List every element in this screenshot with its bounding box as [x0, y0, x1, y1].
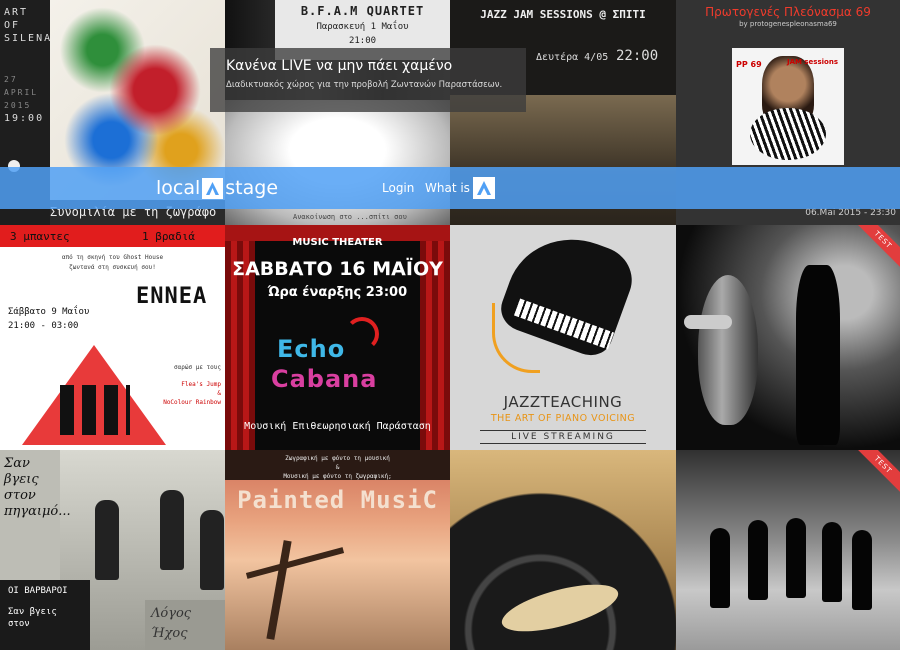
tile-title: JAZZ JAM SESSIONS @ ΣΠΙΤΙ	[480, 8, 646, 21]
tree-branch-graphic	[245, 547, 345, 579]
act-separator: &	[217, 390, 221, 397]
vinyl-label-graphic	[497, 575, 623, 641]
band-member-silhouette	[748, 520, 768, 600]
tile-header-left: 3 μπαντες	[10, 230, 70, 243]
band-member-silhouette	[710, 528, 730, 608]
echo-logo-word: Echo	[277, 335, 346, 363]
corner-line: Ήχος	[151, 626, 188, 641]
tile-subtitle: από τη σκηνή του Ghost House ζωντανά στη…	[0, 253, 225, 273]
tile-datetime: Σάββατο 9 Μαΐου 21:00 - 03:00	[8, 305, 89, 333]
poster-feathers	[750, 108, 826, 160]
signal-icon	[345, 317, 379, 351]
test-ribbon: TEST	[853, 450, 900, 495]
tile-time: 21:00	[348, 36, 377, 46]
hand-graphic	[684, 315, 732, 329]
tile-title: JAZZTEACHING	[503, 393, 623, 411]
event-tile-ennea[interactable]: 3 μπαντες 1 βραδιά από τη σκηνή του Ghos…	[0, 225, 225, 450]
tile-time: 22:00	[616, 48, 659, 64]
tile-tagline: Σαν βγεις στον	[0, 596, 90, 630]
tile-graffiti-text: Σαν βγεις στον πηγαιμό...	[4, 456, 71, 520]
poster-jam-label: JAM sessions	[786, 58, 838, 66]
graffiti-line: Σαν	[4, 456, 30, 471]
band-name: ΟΙ ΒΑΡΒΑΡΟΙ	[8, 586, 68, 596]
singer-silhouette	[796, 265, 840, 445]
double-bass-graphic	[698, 275, 758, 425]
tile-title: B.F.A.M QUARTET	[300, 4, 425, 18]
navbar-A-icon[interactable]	[473, 177, 495, 199]
tile-header: 3 μπαντες 1 βραδιά	[0, 225, 225, 247]
tile-subtitle-line: ζωντανά στη συσκευή σου!	[69, 264, 156, 271]
event-tile-band-silhouettes[interactable]: TEST	[676, 450, 900, 650]
musician-figure	[200, 510, 224, 590]
music-notes-icon	[492, 303, 540, 373]
tile-poster: PP 69 JAM sessions	[732, 48, 844, 165]
event-tile-varvaroi[interactable]: Σαν βγεις στον πηγαιμό... ΟΙ ΒΑΡΒΑΡΟΙ Σα…	[0, 450, 225, 650]
tree-trunk-graphic	[266, 540, 292, 640]
act-name: Flea's Jump	[181, 381, 221, 388]
blocks-graphic	[60, 385, 130, 435]
tile-footer: Ανακοίνωση στο ...σπίτι σου	[293, 213, 407, 221]
hero-title: Κανένα LIVE να μην πάει χαμένο	[226, 58, 453, 74]
graffiti-line: στον	[4, 488, 36, 503]
tile-header-line: Ζωγραφική με φόντο τη μουσική	[285, 455, 390, 462]
tile-title: ART OF SILENA	[4, 7, 53, 44]
tile-header-right: 1 βραδιά	[142, 230, 195, 243]
musician-figure	[160, 490, 184, 570]
ennea-logo: ENNEA	[136, 283, 208, 309]
tile-date: 27 APRIL 2015	[4, 75, 39, 110]
localstage-logo[interactable]: local stage	[156, 177, 278, 199]
tagline-line: Σαν βγεις	[8, 607, 57, 617]
tile-time: 21:00 - 03:00	[8, 321, 79, 331]
corner-line: Λόγος	[151, 606, 192, 621]
band-member-silhouette	[822, 522, 842, 602]
what-is-link[interactable]: What is	[425, 181, 470, 195]
tile-title: Πρωτογενές Πλεόνασμα 69	[705, 5, 871, 19]
A-logo-icon	[202, 177, 224, 199]
tile-time: Ώρα έναρξης 23:00	[267, 285, 408, 300]
tile-header: Ζωγραφική με φόντο τη μουσική & Μουσική …	[225, 450, 450, 480]
band-member-silhouette	[852, 530, 872, 610]
tile-date: Σάββατο 9 Μαΐου	[8, 307, 90, 317]
logo-text-left: local	[156, 177, 201, 199]
tile-footer: Μουσική Επιθεωρησιακή Παράσταση	[244, 421, 431, 432]
graffiti-line: βγεις	[4, 472, 39, 487]
graffiti-line: πηγαιμό...	[4, 504, 71, 519]
poster-pp-label: PP 69	[736, 60, 762, 69]
event-tile-jazzteaching[interactable]: JAZZTEACHING THE ART OF PIANO VOICING LI…	[450, 225, 676, 450]
tile-subtitle-line: από τη σκηνή του Ghost House	[61, 254, 164, 261]
tile-date: ΣΑΒΒΑΤΟ 16 ΜΑΪΟΥ	[232, 258, 443, 280]
login-link[interactable]: Login	[382, 181, 414, 195]
tile-corner-text: Λόγος Ήχος	[145, 600, 225, 650]
hero-subtitle: Διαδικτυακός χώρος για την προβολή Ζωντα…	[226, 80, 503, 90]
event-tile-echo-cabana[interactable]: MUSIC THEATER ΣΑΒΒΑΤΟ 16 ΜΑΪΟΥ Ώρα έναρξ…	[225, 225, 450, 450]
event-tile-bass-player[interactable]: TEST	[676, 225, 900, 450]
musician-figure	[95, 500, 119, 580]
cabana-logo-word: Cabana	[271, 365, 378, 393]
tile-time: 19:00	[4, 113, 45, 124]
tile-acts: σαρώσ με τους Flea's Jump & NoColour Rai…	[163, 363, 221, 407]
logo-text-right: stage	[225, 177, 279, 199]
tile-subtitle: THE ART OF PIANO VOICING	[490, 413, 636, 424]
tile-header-line: Μουσική με φόντο τη ζωγραφική;	[283, 473, 392, 480]
tile-label-bar: ΟΙ ΒΑΡΒΑΡΟΙ Σαν βγεις στον	[0, 580, 90, 650]
band-member-silhouette	[786, 518, 806, 598]
live-streaming-label: LIVE STREAMING	[480, 430, 646, 444]
acts-intro: σαρώσ με τους	[174, 364, 221, 371]
tile-author: by protogenespleonasma69	[739, 20, 837, 28]
tile-date: Παρασκευή 1 Μαΐου	[316, 22, 409, 32]
event-tile-vinyl[interactable]	[450, 450, 676, 650]
event-tile-painted-music[interactable]: Ζωγραφική με φόντο τη μουσική & Μουσική …	[225, 450, 450, 650]
tagline-line: στον	[8, 619, 30, 629]
tile-timestamp: 06.Mai 2015 - 23:30	[805, 208, 896, 218]
hero-banner: Κανένα LIVE να μην πάει χαμένο Διαδικτυα…	[210, 48, 526, 112]
tile-title: Painted MusiC	[237, 486, 438, 514]
tile-label: MUSIC THEATER	[292, 237, 383, 248]
top-navbar: local stage Login What is	[0, 167, 900, 209]
tile-header-line: &	[335, 464, 340, 471]
act-name: NoColour Rainbow	[163, 399, 221, 406]
tile-date: Δευτέρα 4/05	[536, 52, 609, 63]
